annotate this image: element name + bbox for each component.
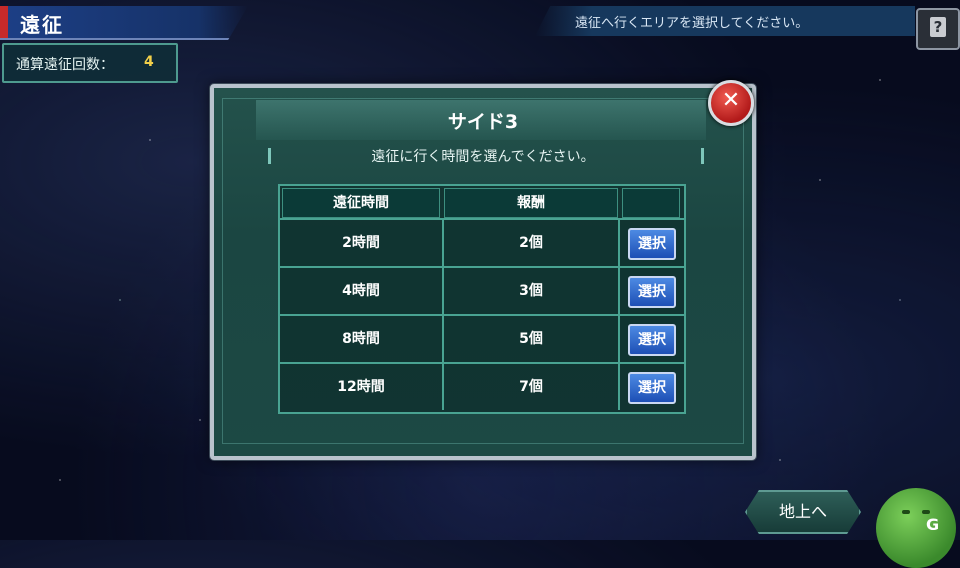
go-to-ground-button[interactable]: 地上へ [745,490,861,534]
column-header-action [622,188,680,218]
help-icon: ? [930,17,946,37]
table-row: 4時間 3個 選択 [280,266,684,314]
expedition-count-label: 通算遠征回数： [16,57,114,73]
expedition-count-value: 4 [144,54,154,70]
close-icon: ✕ [721,88,741,113]
row-time: 8時間 [280,316,444,362]
dialog-title: サイド3 [447,111,519,133]
table-row: 12時間 7個 選択 [280,362,684,410]
expedition-count-box: 通算遠征回数： 4 [2,43,178,83]
title-accent [0,6,8,38]
row-reward: 7個 [444,364,620,410]
row-time: 2時間 [280,220,444,266]
row-time: 12時間 [280,364,444,410]
close-button[interactable]: ✕ [708,80,754,126]
info-bar: 遠征へ行くエリアを選択してください。 [535,6,915,36]
expedition-time-table: 遠征時間 報酬 2時間 2個 選択 4時間 3個 選択 8時間 5個 選択 12… [278,184,686,414]
corner-logo-icon: G [926,515,940,534]
dialog-subtitle: 遠征に行く時間を選んでください。 [371,149,595,165]
column-header-time: 遠征時間 [282,188,440,218]
screen-title: 遠征 [20,13,64,37]
mascot-eye-left [902,510,910,514]
row-reward: 3個 [444,268,620,314]
select-button[interactable]: 選択 [628,372,676,404]
info-text: 遠征へ行くエリアを選択してください。 [575,16,809,31]
row-reward: 5個 [444,316,620,362]
table-row: 2時間 2個 選択 [280,218,684,266]
column-header-reward: 報酬 [444,188,618,218]
row-time: 4時間 [280,268,444,314]
select-button[interactable]: 選択 [628,324,676,356]
select-button[interactable]: 選択 [628,276,676,308]
mascot-eye-right [922,510,930,514]
row-reward: 2個 [444,220,620,266]
screen-title-bar: 遠征 [0,6,248,40]
table-row: 8時間 5個 選択 [280,314,684,362]
select-button[interactable]: 選択 [628,228,676,260]
help-button[interactable]: ? [916,8,960,50]
